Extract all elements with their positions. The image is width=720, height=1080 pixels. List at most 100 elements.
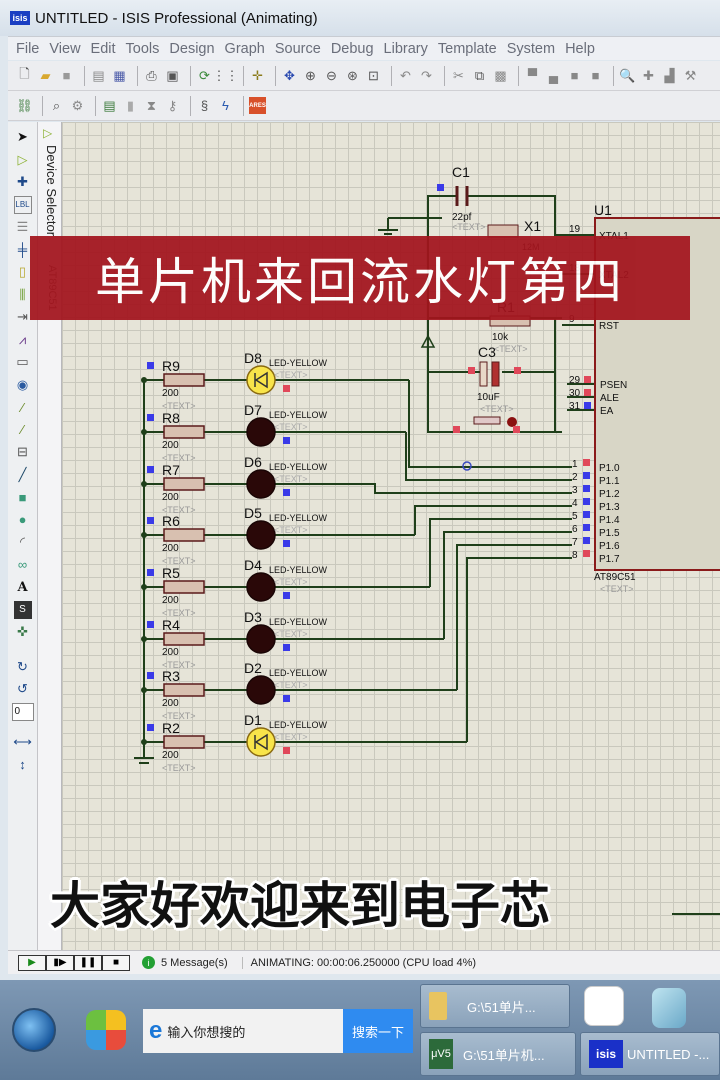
marker-icon[interactable]: ✜ [14, 623, 32, 641]
menu-design[interactable]: Design [169, 41, 214, 57]
zoom-out-icon[interactable]: ⊖ [323, 67, 340, 84]
import-icon[interactable]: ▤ [90, 67, 107, 84]
redo-icon[interactable]: ↷ [418, 67, 435, 84]
menu-graph[interactable]: Graph [225, 41, 265, 57]
block-delete-icon[interactable]: ■ [587, 67, 604, 84]
menu-system[interactable]: System [507, 41, 555, 57]
cut-icon[interactable]: ✂ [450, 67, 467, 84]
decompose-icon[interactable]: ⚒ [682, 67, 699, 84]
stop-button[interactable]: ■ [102, 954, 130, 971]
ares-icon[interactable]: ARES [249, 97, 266, 114]
netlist-icon[interactable]: ϟ [217, 97, 234, 114]
grid-icon[interactable]: ⋮⋮ [213, 67, 239, 84]
angle-input[interactable]: 0 [11, 702, 34, 721]
menu-view[interactable]: View [49, 41, 80, 57]
keil-icon: μV5 [429, 1039, 453, 1069]
device-pin-icon[interactable]: ⇥ [14, 308, 32, 326]
notepad-icon[interactable] [652, 988, 686, 1028]
open-folder-icon[interactable]: ▰ [37, 67, 54, 84]
search-tag-icon[interactable]: ⌕ [48, 97, 65, 114]
start-button[interactable] [12, 1008, 56, 1052]
resistor-ref: R7 [162, 462, 180, 478]
block-copy-icon[interactable]: ▀ [524, 67, 541, 84]
new-sheet-icon[interactable]: ▤ [101, 97, 118, 114]
play-button[interactable]: ▶ [18, 954, 46, 971]
save-icon[interactable]: ■ [58, 67, 75, 84]
subcircuit-icon[interactable]: ▯ [14, 263, 32, 281]
origin-icon[interactable]: ✛ [249, 67, 266, 84]
menu-help[interactable]: Help [565, 41, 595, 57]
print-icon[interactable]: ⎙ [143, 67, 160, 84]
property-assign-icon[interactable]: ⚙ [69, 97, 86, 114]
copy-icon[interactable]: ⧉ [471, 67, 488, 84]
mirror-x-icon[interactable]: ⟷ [13, 733, 32, 751]
exit-parent-icon[interactable]: ⧗ [143, 97, 160, 114]
make-device-icon[interactable]: ✚ [640, 67, 657, 84]
menu-template[interactable]: Template [438, 41, 497, 57]
bus-icon[interactable]: ╪ [14, 241, 32, 259]
voltage-probe-icon[interactable]: ⁄ [14, 398, 32, 416]
rotate-ccw-icon[interactable]: ↺ [14, 680, 32, 698]
select-icon[interactable]: ➤ [14, 128, 32, 146]
arc-icon[interactable]: ◜ [14, 533, 32, 551]
rotate-cw-icon[interactable]: ↻ [14, 658, 32, 676]
info-icon[interactable]: i [142, 956, 155, 969]
path-icon[interactable]: ∞ [14, 556, 32, 574]
text-icon[interactable]: A [14, 578, 32, 596]
search-button[interactable]: 搜索一下 [343, 1009, 413, 1053]
block-move-icon[interactable]: ▄ [545, 67, 562, 84]
led-ref: D8 [244, 350, 262, 366]
remove-sheet-icon[interactable]: ▮ [122, 97, 139, 114]
print-area-icon[interactable]: ▣ [164, 67, 181, 84]
step-button[interactable]: ▮▶ [46, 954, 74, 971]
pause-button[interactable]: ❚❚ [74, 954, 102, 971]
message-count[interactable]: 5 Message(s) [161, 957, 228, 969]
taskbar-item-explorer[interactable]: G:\51单片... [420, 984, 570, 1028]
block-rotate-icon[interactable]: ■ [566, 67, 583, 84]
pick-device-icon[interactable]: ▷ [43, 126, 52, 140]
text-script-icon[interactable]: ☰ [14, 218, 32, 236]
current-probe-icon[interactable]: ⁄ [14, 421, 32, 439]
wire-autoroute-icon[interactable]: ⛓ [16, 97, 33, 114]
baidu-netdisk-icon[interactable] [584, 986, 624, 1026]
box-icon[interactable]: ■ [14, 488, 32, 506]
menu-edit[interactable]: Edit [91, 41, 116, 57]
mirror-y-icon[interactable]: ↕ [14, 756, 32, 774]
pinned-app-icon[interactable] [86, 1010, 126, 1050]
new-file-icon[interactable]: 🗋 [16, 66, 33, 84]
paste-icon[interactable]: ▩ [492, 67, 509, 84]
component-icon[interactable]: ▷ [14, 151, 32, 169]
terminal-icon[interactable]: ⫼ [14, 286, 32, 304]
zoom-in-icon[interactable]: ⊕ [302, 67, 319, 84]
menu-tools[interactable]: Tools [126, 41, 160, 57]
packaging-icon[interactable]: ▟ [661, 67, 678, 84]
tape-recorder-icon[interactable]: ▭ [14, 353, 32, 371]
zoom-child-icon[interactable]: ⚷ [164, 97, 181, 114]
junction-icon[interactable]: ✚ [14, 173, 32, 191]
menu-source[interactable]: Source [275, 41, 321, 57]
undo-icon[interactable]: ↶ [397, 67, 414, 84]
menu-debug[interactable]: Debug [331, 41, 374, 57]
pin-number: 7 [572, 537, 578, 548]
export-icon[interactable]: ▦ [111, 67, 128, 84]
pin-number: 5 [572, 511, 578, 522]
pan-icon[interactable]: ✥ [281, 67, 298, 84]
led [246, 675, 276, 705]
line-icon[interactable]: ╱ [14, 466, 32, 484]
menu-library[interactable]: Library [384, 41, 428, 57]
circle-icon[interactable]: ● [14, 511, 32, 529]
symbol-icon[interactable]: S [13, 600, 32, 619]
generator-icon[interactable]: ◉ [14, 376, 32, 394]
bom-icon[interactable]: § [196, 97, 213, 114]
search-input[interactable]: e 输入你想搜的 [143, 1009, 343, 1053]
pick-device-icon[interactable]: 🔍 [619, 67, 636, 84]
zoom-area-icon[interactable]: ⊡ [365, 67, 382, 84]
wire-label-icon[interactable]: LBL [13, 195, 32, 214]
refresh-icon[interactable]: ⟳ [196, 67, 213, 84]
taskbar-item-keil[interactable]: μV5 G:\51单片机... [420, 1032, 576, 1076]
virtual-instrument-icon[interactable]: ⊟ [14, 443, 32, 461]
menu-file[interactable]: File [16, 41, 39, 57]
taskbar-item-isis[interactable]: isis UNTITLED -... [580, 1032, 720, 1076]
graph-icon[interactable]: ⩘ [14, 331, 32, 349]
zoom-all-icon[interactable]: ⊛ [344, 67, 361, 84]
